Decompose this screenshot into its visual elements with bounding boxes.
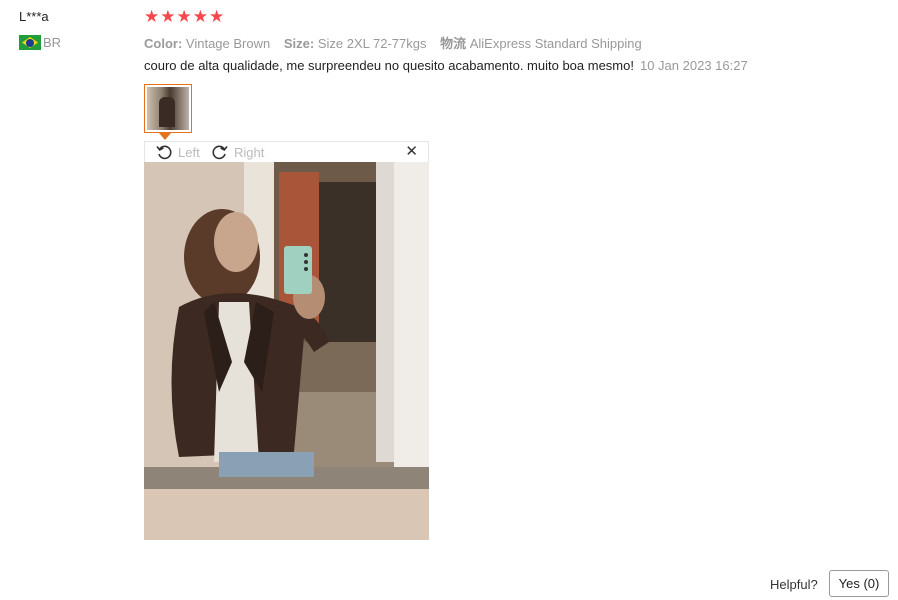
star-icon: ★ (209, 7, 225, 26)
close-viewer-icon[interactable]: ✕ (405, 143, 418, 161)
attr-size: Size: Size 2XL 72-77kgs (284, 36, 430, 51)
rotate-left-button[interactable]: Left (155, 143, 200, 161)
star-icon: ★ (160, 7, 176, 26)
thumbnail-pointer (159, 133, 171, 140)
star-icon: ★ (176, 7, 192, 26)
review-photo-thumbnail[interactable] (144, 84, 192, 133)
star-icon: ★ (192, 7, 208, 26)
helpful-label: Helpful? (770, 577, 818, 592)
review-photo (144, 162, 429, 540)
star-icon: ★ (144, 7, 160, 26)
attr-color: Color: Vintage Brown (144, 36, 274, 51)
rotate-right-label: Right (234, 144, 265, 160)
reviewer-country: BR (19, 35, 61, 50)
star-rating: ★ ★ ★ ★ ★ (144, 7, 224, 27)
rotate-left-label: Left (178, 144, 200, 160)
attr-shipping-value: AliExpress Standard Shipping (469, 36, 642, 51)
rotate-right-button[interactable]: Right (211, 143, 264, 161)
review-date: 10 Jan 2023 16:27 (639, 58, 748, 73)
attr-color-key: Color: (144, 36, 183, 51)
photo-viewer-toolbar: Left Right ✕ (144, 141, 429, 162)
attr-color-value: Vintage Brown (185, 36, 271, 51)
country-code: BR (43, 35, 62, 50)
reviewer-name: L***a (19, 9, 49, 24)
review-content: couro de alta qualidade, me surpreendeu … (144, 58, 748, 73)
review-photo-image (144, 162, 429, 540)
brazil-flag-icon (19, 35, 41, 50)
attr-size-key: Size: (283, 36, 315, 51)
attr-size-value: Size 2XL 72-77kgs (317, 36, 427, 51)
rotate-left-icon (156, 145, 172, 160)
attr-shipping: 物流 AliExpress Standard Shipping (440, 36, 642, 51)
product-attributes: Color: Vintage Brown Size: Size 2XL 72-7… (144, 33, 652, 52)
review-text: couro de alta qualidade, me surpreendeu … (144, 58, 634, 73)
rotate-right-icon (212, 145, 228, 160)
helpful-yes-button[interactable]: Yes (0) (829, 570, 889, 597)
attr-shipping-key: 物流 (440, 36, 467, 51)
